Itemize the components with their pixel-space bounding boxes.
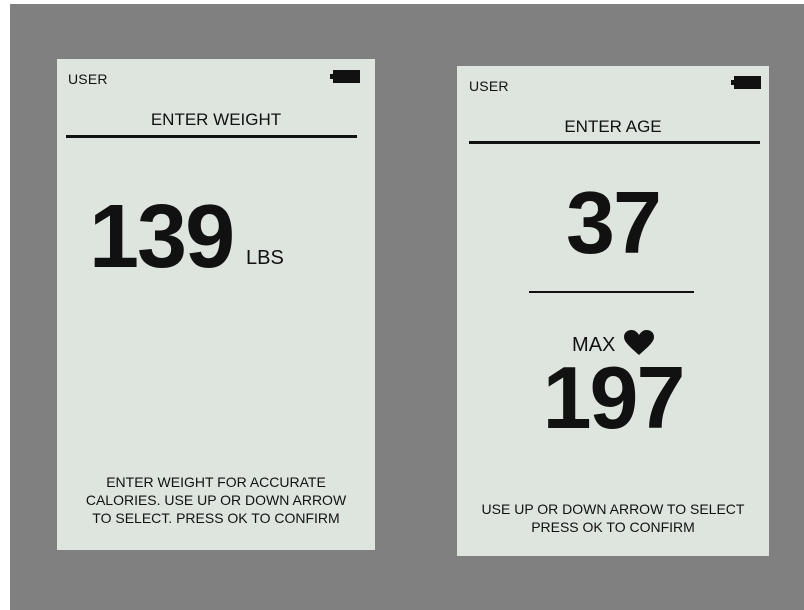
user-label: USER (469, 78, 509, 94)
screen-title: ENTER AGE (564, 117, 662, 136)
weight-unit: LBS (246, 247, 284, 269)
battery-full-icon (731, 76, 761, 89)
instruction-line: CALORIES. USE UP OR DOWN ARROW (85, 492, 347, 508)
age-value[interactable]: 37 (457, 179, 769, 267)
max-heart-rate-value: 197 (542, 348, 686, 447)
title-divider (66, 135, 357, 138)
weight-value[interactable]: 139 (89, 192, 235, 282)
instruction-line: USE UP OR DOWN ARROW TO SELECT (481, 501, 745, 517)
user-label: USER (68, 71, 108, 87)
age-entry-screen: USER ENTER AGE 37 MAX 197 USE UP OR DOWN… (457, 66, 769, 556)
weight-instructions: ENTER WEIGHT FOR ACCURATE CALORIES. USE … (57, 473, 375, 527)
age-instructions: USE UP OR DOWN ARROW TO SELECT PRESS OK … (457, 500, 769, 536)
screen-title: ENTER WEIGHT (150, 110, 282, 129)
instruction-line: PRESS OK TO CONFIRM (531, 519, 695, 535)
title-divider (469, 141, 760, 144)
instruction-line: TO SELECT. PRESS OK TO CONFIRM (92, 510, 340, 526)
age-divider (529, 291, 694, 293)
weight-entry-screen: USER ENTER WEIGHT 139 LBS ENTER WEIGHT F… (57, 59, 375, 550)
instruction-line: ENTER WEIGHT FOR ACCURATE (106, 474, 326, 490)
battery-full-icon (330, 70, 360, 83)
